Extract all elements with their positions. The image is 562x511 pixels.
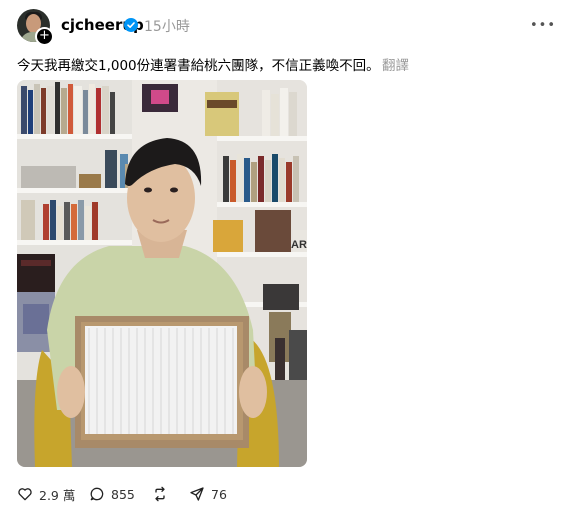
repost-icon	[155, 486, 165, 502]
verified-icon	[124, 18, 138, 32]
like-button[interactable]: 2.9 萬	[17, 484, 75, 504]
post-text: 今天我再繳交1,000份連署書給桃六團隊，不信正義喚不回。	[17, 58, 380, 74]
share-button[interactable]: 76	[189, 484, 227, 504]
repost-button[interactable]	[151, 484, 175, 504]
more-icon[interactable]: •••	[530, 18, 556, 33]
svg-text:ARC: ARC	[291, 239, 307, 251]
follow-plus-icon[interactable]: +	[35, 27, 54, 46]
heart-icon	[18, 488, 32, 501]
send-icon	[190, 487, 204, 501]
post-photo[interactable]: ARC	[17, 80, 307, 467]
action-bar: 2.9 萬 855 76	[17, 484, 317, 504]
share-count: 76	[211, 486, 227, 502]
comment-icon	[90, 487, 104, 501]
comment-count: 855	[111, 486, 135, 502]
comment-button[interactable]: 855	[89, 484, 135, 504]
translate-link[interactable]: 翻譯	[382, 54, 409, 74]
timestamp[interactable]: 15小時	[144, 16, 190, 36]
like-count: 2.9 萬	[39, 487, 76, 503]
